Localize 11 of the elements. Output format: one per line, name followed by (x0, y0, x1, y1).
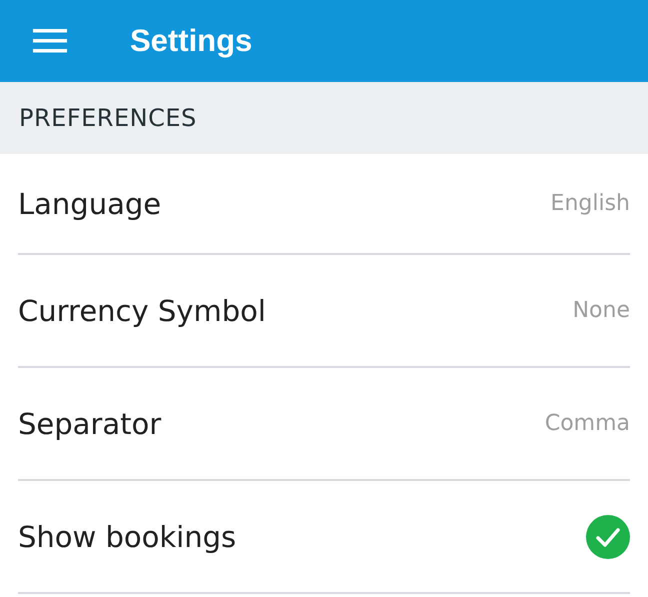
setting-value: Comma (544, 411, 630, 436)
app-title: Settings (130, 23, 252, 59)
setting-value: English (550, 191, 630, 216)
setting-label[interactable]: Show bookings (18, 520, 236, 554)
setting-value: None (572, 298, 630, 323)
setting-label[interactable]: Currency Symbol (18, 294, 266, 328)
setting-label[interactable]: Separator (18, 406, 162, 440)
menu-icon[interactable] (33, 29, 67, 53)
section-title: PREFERENCES (19, 104, 197, 132)
setting-label[interactable]: Language (18, 186, 162, 220)
check-icon[interactable] (586, 514, 630, 558)
